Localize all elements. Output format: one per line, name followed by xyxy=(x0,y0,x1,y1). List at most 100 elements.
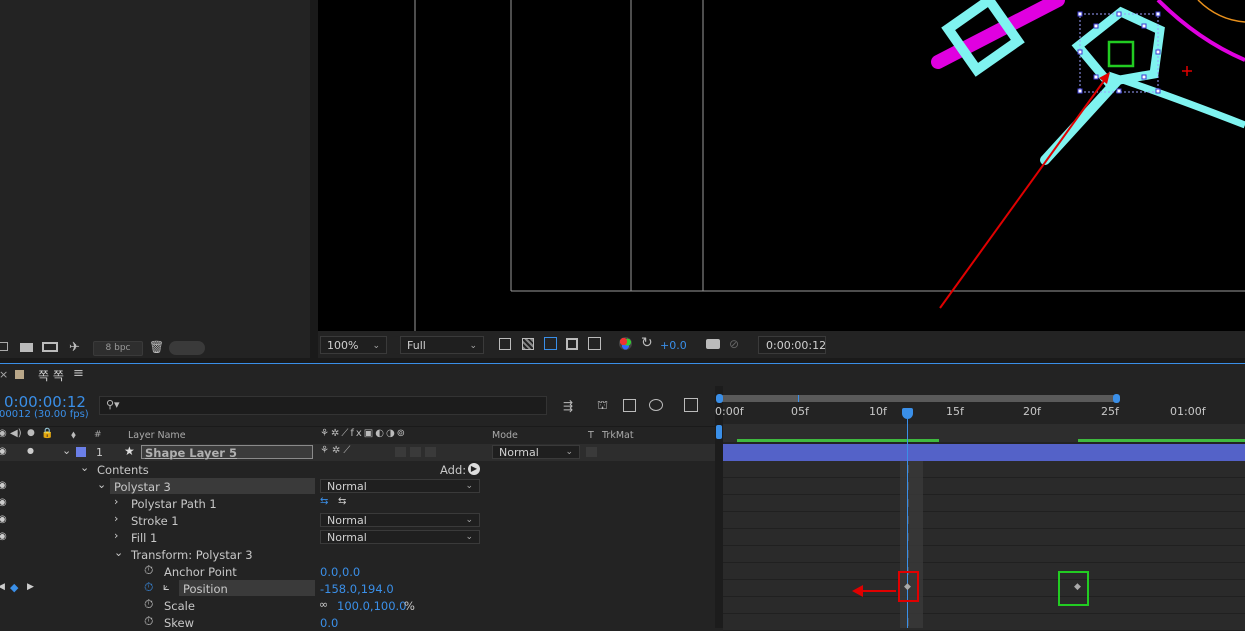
transform-row[interactable]: ⌄ Transform: Polystar 3 xyxy=(0,546,715,563)
close-icon[interactable]: × xyxy=(0,368,8,381)
stopwatch-icon[interactable]: ⏱ xyxy=(144,563,153,578)
playhead-handle[interactable] xyxy=(902,408,913,419)
switch-box[interactable] xyxy=(395,447,406,457)
exposure-value[interactable]: +0.0 xyxy=(660,339,687,352)
col-mode[interactable]: Mode xyxy=(492,430,518,441)
panel-menu-icon[interactable]: ≡ xyxy=(73,366,84,381)
work-area-end-handle[interactable] xyxy=(1113,394,1120,403)
transparency-grid-icon[interactable] xyxy=(522,338,534,350)
trkmat-box[interactable] xyxy=(586,447,597,457)
audio-switch-icon[interactable]: ◀) xyxy=(10,428,22,439)
constrain-proportions-icon[interactable]: ∞ xyxy=(319,598,328,611)
frame-blending-icon[interactable] xyxy=(649,399,663,411)
reset-exposure-icon[interactable]: ↻ xyxy=(641,335,653,351)
polystar-path-row[interactable]: ◉ › Polystar Path 1 ⇆ ⇆ xyxy=(0,495,715,512)
layer-mode-dropdown[interactable]: Normal ⌄ xyxy=(492,445,580,459)
layer-name-field[interactable]: Shape Layer 5 xyxy=(141,445,313,460)
project-bpc-button[interactable]: 8 bpc xyxy=(93,341,143,356)
solo-switch-icon[interactable]: ● xyxy=(27,428,35,438)
contents-row[interactable]: ⌄ Contents Add: ▶ xyxy=(0,461,715,478)
position-row[interactable]: ◀ ◆ ▶ ⏱ ⟀ Position -158.0,194.0 xyxy=(0,580,715,597)
timeline-tab-label[interactable]: 쪽 쪽 xyxy=(38,367,64,384)
trash-icon[interactable]: 🗑 xyxy=(149,340,164,354)
polystar-mode-dropdown[interactable]: Normal ⌄ xyxy=(320,479,480,493)
eye-icon[interactable]: ◉ xyxy=(0,446,7,457)
stroke-row[interactable]: ◉ › Stroke 1 Normal ⌄ xyxy=(0,512,715,529)
expand-chevron-icon[interactable]: ⌄ xyxy=(114,546,123,559)
snapshot-camera-icon[interactable] xyxy=(706,339,720,349)
work-area-bar[interactable] xyxy=(719,395,1116,402)
resolution-dropdown[interactable]: Full ⌄ xyxy=(400,336,484,354)
region-of-interest-icon[interactable] xyxy=(566,338,578,350)
video-switch-icon[interactable]: ◉ xyxy=(0,428,7,439)
fill-row[interactable]: ◉ › Fill 1 Normal ⌄ xyxy=(0,529,715,546)
grid-guides-icon[interactable] xyxy=(588,337,601,350)
eye-icon[interactable]: ◉ xyxy=(0,497,7,508)
new-folder-icon[interactable] xyxy=(20,343,33,352)
composition-viewer[interactable] xyxy=(318,0,1245,331)
eye-icon[interactable]: ◉ xyxy=(0,531,7,542)
hide-shy-layers-icon[interactable] xyxy=(623,399,636,412)
project-scrollbar[interactable] xyxy=(169,341,205,355)
layer-row[interactable]: ◉ ● ⌄ 1 ★ Shape Layer 5 ⚘✲⟋ Normal ⌄ xyxy=(0,444,715,461)
expand-chevron-icon[interactable]: ⌄ xyxy=(97,478,106,491)
magnification-dropdown[interactable]: 100% ⌄ xyxy=(320,336,387,354)
timeline-splitter[interactable] xyxy=(715,386,723,628)
prev-keyframe-icon[interactable]: ◀ xyxy=(0,582,5,592)
stopwatch-icon[interactable]: ⏱ xyxy=(144,614,153,629)
anchor-point-value[interactable]: 0.0,0.0 xyxy=(320,565,360,579)
anchor-point-row[interactable]: ⏱ Anchor Point 0.0,0.0 xyxy=(0,563,715,580)
expand-chevron-icon[interactable]: ⌄ xyxy=(80,461,89,474)
scale-value[interactable]: 100.0,100.0 xyxy=(337,599,407,613)
layer-switches[interactable]: ⚘✲⟋ xyxy=(320,445,353,456)
col-trkmat[interactable]: TrkMat xyxy=(602,430,634,441)
layer-search-field[interactable]: ⚲▾ xyxy=(99,396,547,415)
panel-divider[interactable] xyxy=(310,0,318,358)
expand-chevron-icon[interactable]: ⌄ xyxy=(62,444,71,457)
label-tag-icon[interactable]: ⬧ xyxy=(71,428,76,442)
switch-box[interactable] xyxy=(425,447,436,457)
mask-visibility-icon[interactable] xyxy=(544,337,557,350)
magenta-arc-shape[interactable] xyxy=(1156,0,1245,62)
stopwatch-icon[interactable]: ⏱ xyxy=(144,597,153,612)
new-composition-icon[interactable] xyxy=(42,342,58,352)
orange-path-shape[interactable] xyxy=(1197,0,1245,23)
eye-icon[interactable]: ◉ xyxy=(0,480,7,491)
time-ruler[interactable]: 0:00f 05f 10f 15f 20f 25f 01:00f xyxy=(715,403,1245,423)
stroke-mode-dropdown[interactable]: Normal ⌄ xyxy=(320,513,480,527)
comp-mini-flowchart-icon[interactable]: ⇶ xyxy=(563,399,573,413)
composition-canvas[interactable] xyxy=(318,0,1245,331)
interpret-footage-icon[interactable] xyxy=(0,342,8,351)
solo-dot-icon[interactable]: ● xyxy=(27,446,34,455)
viewer-timecode-field[interactable]: 0:00:00:12 xyxy=(758,336,826,354)
col-layer-name[interactable]: Layer Name xyxy=(128,430,186,441)
path-direction-icon[interactable]: ⇆ xyxy=(320,496,328,507)
add-menu-icon[interactable]: ▶ xyxy=(468,463,480,475)
expand-chevron-icon[interactable]: › xyxy=(114,495,118,508)
stopwatch-active-icon[interactable]: ⏱ xyxy=(144,580,153,595)
expand-chevron-icon[interactable]: › xyxy=(114,512,118,525)
fast-previews-icon[interactable] xyxy=(499,338,511,350)
draft-3d-icon[interactable]: ⛫ xyxy=(597,398,608,414)
next-keyframe-icon[interactable]: ▶ xyxy=(27,582,34,592)
motion-blur-icon[interactable] xyxy=(684,398,698,412)
polystar-group-row[interactable]: ◉ ⌄ Polystar 3 Normal ⌄ xyxy=(0,478,715,495)
lock-switch-icon[interactable]: 🔒 xyxy=(41,428,53,439)
path-direction-reverse-icon[interactable]: ⇆ xyxy=(338,496,346,507)
render-queue-icon[interactable]: ✈ xyxy=(69,340,80,355)
label-color-swatch[interactable] xyxy=(76,447,86,457)
polystar-shape[interactable] xyxy=(1071,6,1165,87)
show-snapshot-icon[interactable]: ⊘ xyxy=(729,337,739,351)
eye-icon[interactable]: ◉ xyxy=(0,514,7,525)
fill-mode-dropdown[interactable]: Normal ⌄ xyxy=(320,530,480,544)
expand-chevron-icon[interactable]: › xyxy=(114,529,118,542)
switch-box[interactable] xyxy=(410,447,421,457)
work-area-start-handle[interactable] xyxy=(716,394,723,403)
add-keyframe-icon[interactable]: ◆ xyxy=(10,581,18,594)
position-value[interactable]: -158.0,194.0 xyxy=(320,582,394,596)
skew-row[interactable]: ⏱ Skew 0.0 xyxy=(0,614,715,631)
color-channels-icon[interactable] xyxy=(619,337,632,350)
in-point-marker[interactable] xyxy=(716,425,722,439)
scale-row[interactable]: ⏱ Scale ∞ 100.0,100.0 % xyxy=(0,597,715,614)
graph-icon[interactable]: ⟀ xyxy=(163,580,170,594)
